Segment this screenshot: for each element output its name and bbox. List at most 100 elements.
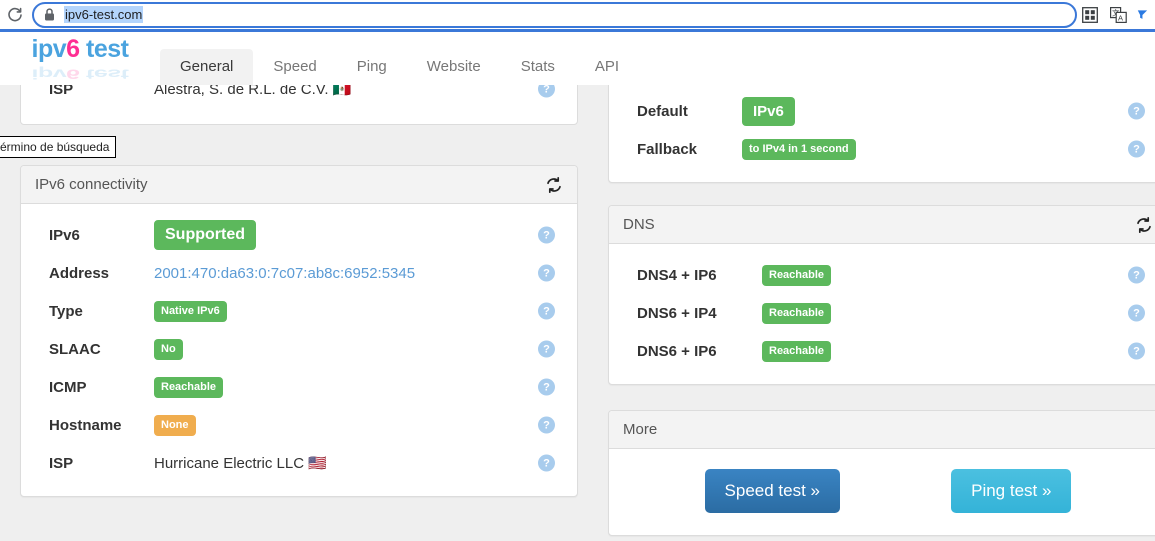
- table-row: TypeNative IPv6?: [21, 292, 577, 330]
- isp-name: Alestra, S. de R.L. de C.V.: [154, 85, 329, 98]
- panel-body: DNS4 + IP6Reachable?DNS6 + IP4Reachable?…: [609, 244, 1155, 384]
- help-icon[interactable]: ?: [1128, 305, 1145, 322]
- row-value: None: [154, 415, 196, 436]
- row-value: Supported: [154, 220, 256, 250]
- help-icon[interactable]: ?: [538, 417, 555, 434]
- qr-code-icon[interactable]: [1081, 6, 1099, 24]
- row-label: SLAAC: [49, 341, 154, 358]
- tab-api[interactable]: API: [575, 49, 639, 85]
- tab-ping[interactable]: Ping: [337, 49, 407, 85]
- tab-label: API: [595, 58, 619, 75]
- logo-text-six: 6: [66, 35, 79, 63]
- row-label: DNS6 + IP4: [637, 305, 762, 322]
- status-badge: No: [154, 339, 183, 360]
- logo-text: ipv6 test: [32, 37, 129, 62]
- table-row: ICMPReachable?: [21, 368, 577, 406]
- table-row: DefaultIPv6?: [609, 92, 1155, 130]
- table-row: ISPHurricane Electric LLC🇺🇸?: [21, 444, 577, 482]
- help-icon[interactable]: ?: [538, 265, 555, 282]
- refresh-icon[interactable]: [545, 176, 563, 194]
- table-row: DNS4 + IP6Reachable?: [609, 256, 1155, 294]
- help-icon[interactable]: ?: [538, 303, 555, 320]
- row-label: ISP: [49, 85, 154, 98]
- row-value: No: [154, 339, 183, 360]
- help-icon[interactable]: ?: [538, 455, 555, 472]
- row-label: Type: [49, 303, 154, 320]
- row-value: Reachable: [762, 303, 831, 324]
- refresh-icon[interactable]: [1135, 216, 1153, 234]
- site-logo[interactable]: ipv6 test ipv6 test: [0, 35, 160, 85]
- lock-icon: [44, 8, 55, 21]
- help-icon[interactable]: ?: [1128, 141, 1145, 158]
- url-text[interactable]: ipv6-test.com: [64, 6, 143, 23]
- panel-header: IPv6 connectivity: [21, 166, 577, 204]
- tab-stats[interactable]: Stats: [501, 49, 575, 85]
- table-row: ISP Alestra, S. de R.L. de C.V. 🇲🇽 ?: [21, 85, 577, 120]
- tab-label: Speed: [273, 58, 316, 75]
- logo-reflection-six: 6: [66, 66, 79, 81]
- search-term-tooltip: érmino de búsqueda: [0, 136, 116, 158]
- tab-label: Website: [427, 58, 481, 75]
- isp-summary-card: ISP Alestra, S. de R.L. de C.V. 🇲🇽 ?: [20, 85, 578, 125]
- row-label: Default: [637, 103, 742, 120]
- help-icon[interactable]: ?: [538, 341, 555, 358]
- translate-icon[interactable]: 文 A: [1109, 6, 1127, 24]
- row-label: DNS6 + IP6: [637, 343, 762, 360]
- tab-label: Stats: [521, 58, 555, 75]
- status-badge: to IPv4 in 1 second: [742, 139, 856, 160]
- logo-reflection: ipv6 test: [32, 66, 129, 80]
- row-label: Address: [49, 265, 154, 282]
- table-row: IPv6Supported?: [21, 216, 577, 254]
- table-row: HostnameNone?: [21, 406, 577, 444]
- row-value: IPv6: [742, 97, 795, 126]
- address-bar[interactable]: ipv6-test.com: [32, 2, 1077, 28]
- table-row: DNS6 + IP4Reachable?: [609, 294, 1155, 332]
- help-icon[interactable]: ?: [1128, 103, 1145, 120]
- panel-title: DNS: [623, 216, 1135, 233]
- help-icon[interactable]: ?: [1128, 267, 1145, 284]
- help-icon[interactable]: ?: [538, 379, 555, 396]
- row-label: Fallback: [637, 141, 742, 158]
- omnibox-actions: 文 A: [1081, 4, 1155, 26]
- dns-panel: DNS DNS4 + IP6Reachable?DNS6 + IP4Reacha…: [608, 205, 1155, 385]
- extension-icon[interactable]: [1137, 4, 1151, 26]
- table-row: Address2001:470:da63:0:7c07:ab8c:6952:53…: [21, 254, 577, 292]
- row-label: ICMP: [49, 379, 154, 396]
- help-icon[interactable]: ?: [538, 227, 555, 244]
- row-value: Native IPv6: [154, 301, 227, 322]
- help-icon[interactable]: ?: [1128, 343, 1145, 360]
- logo-text-part1: ipv: [32, 35, 67, 63]
- row-value: Reachable: [762, 265, 831, 286]
- tab-website[interactable]: Website: [407, 49, 501, 85]
- panel-title: More: [623, 421, 1153, 438]
- row-value: to IPv4 in 1 second: [742, 139, 856, 160]
- more-actions: Speed test » Ping test »: [609, 449, 1155, 535]
- logo-reflection-part1: ipv: [32, 66, 67, 81]
- logo-text-part2: test: [80, 35, 129, 63]
- row-label: IPv6: [49, 227, 154, 244]
- status-badge: Supported: [154, 220, 256, 250]
- row-value: 2001:470:da63:0:7c07:ab8c:6952:5345: [154, 265, 415, 282]
- main-navigation: General Speed Ping Website Stats API: [160, 35, 639, 85]
- browser-toolbar: ipv6-test.com 文 A: [0, 0, 1155, 32]
- ipv6-address-link[interactable]: 2001:470:da63:0:7c07:ab8c:6952:5345: [154, 265, 415, 282]
- reload-icon[interactable]: [2, 2, 28, 28]
- logo-reflection-part2: test: [80, 66, 129, 81]
- status-badge: Reachable: [762, 265, 831, 286]
- more-panel: More Speed test » Ping test »: [608, 410, 1155, 536]
- ping-test-button[interactable]: Ping test »: [951, 469, 1071, 513]
- row-value: Hurricane Electric LLC🇺🇸: [154, 455, 327, 472]
- row-value: Alestra, S. de R.L. de C.V. 🇲🇽: [154, 85, 351, 98]
- status-badge: IPv6: [742, 97, 795, 126]
- row-text: Hurricane Electric LLC: [154, 455, 304, 472]
- panel-body: IPv6Supported?Address2001:470:da63:0:7c0…: [21, 204, 577, 496]
- tab-label: Ping: [357, 58, 387, 75]
- panel-title: IPv6 connectivity: [35, 176, 545, 193]
- speed-test-button[interactable]: Speed test »: [705, 469, 840, 513]
- tab-speed[interactable]: Speed: [253, 49, 336, 85]
- site-header: ipv6 test ipv6 test GeneralSpeedPingWebs…: [0, 35, 1155, 85]
- panel-body: DefaultIPv6? Fallbackto IPv4 in 1 second?: [609, 85, 1155, 182]
- tab-general[interactable]: General: [160, 49, 253, 85]
- help-icon[interactable]: ?: [538, 85, 555, 98]
- panel-header: DNS: [609, 206, 1155, 244]
